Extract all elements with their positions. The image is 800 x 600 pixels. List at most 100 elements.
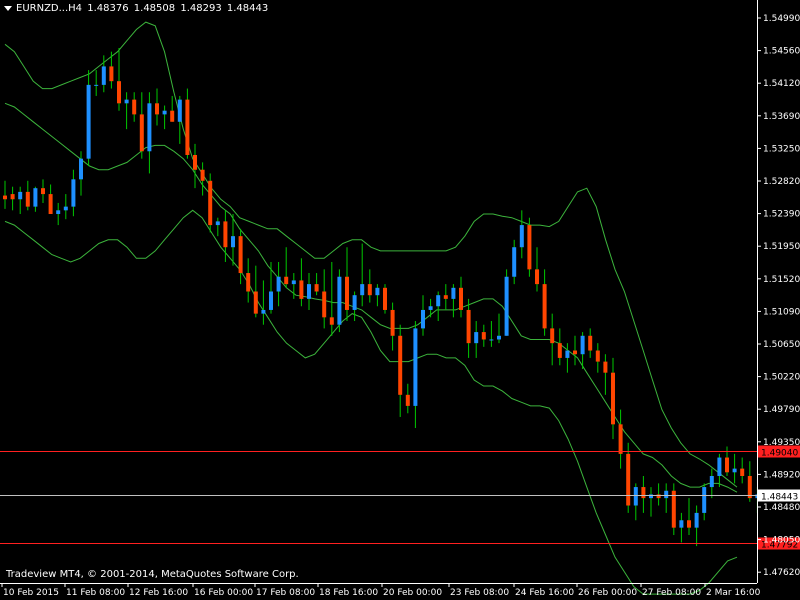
- x-tick-label: 11 Feb 08:00: [66, 588, 125, 598]
- candle-body: [603, 361, 608, 373]
- candle-body: [307, 284, 311, 299]
- candle-body: [649, 494, 653, 499]
- y-tick-label: 1.54120: [763, 79, 800, 89]
- x-tick-label: 2 Mar 16:00: [706, 588, 761, 598]
- candle-body: [383, 287, 387, 310]
- candle-body: [261, 309, 266, 314]
- candle-body: [747, 475, 752, 499]
- candle-body: [390, 309, 395, 336]
- candle-body: [345, 276, 349, 310]
- candle-body: [101, 66, 106, 85]
- candle-body: [405, 394, 410, 406]
- candle-body: [550, 328, 555, 344]
- candle-body: [687, 520, 691, 528]
- dropdown-triangle-icon[interactable]: [4, 5, 12, 11]
- symbol-label: EURNZD...H4: [16, 3, 83, 14]
- candle-body: [3, 195, 7, 200]
- low-price: 1.48293: [180, 3, 222, 14]
- candle-body: [725, 457, 729, 473]
- candle-body: [367, 284, 372, 296]
- candle-body: [291, 280, 296, 285]
- candle-body: [86, 84, 91, 159]
- candle-body: [443, 295, 448, 299]
- candle-body: [41, 188, 45, 195]
- candle-body: [155, 103, 159, 115]
- candle-body: [322, 291, 327, 318]
- high-price: 1.48508: [133, 3, 176, 14]
- candle-body: [709, 475, 714, 488]
- candle-body: [200, 169, 205, 181]
- candle-body: [352, 295, 357, 310]
- candle-body: [702, 487, 707, 513]
- candle-body: [573, 350, 577, 355]
- candle-body: [504, 276, 509, 336]
- x-tick-label: 17 Feb 08:00: [256, 588, 315, 598]
- bid-label: 1.48443: [761, 493, 798, 503]
- candle-body: [466, 309, 471, 344]
- candle-body: [147, 103, 152, 152]
- candle-body: [193, 154, 197, 170]
- x-tick-label: 18 Feb 16:00: [319, 588, 378, 598]
- candle-body: [740, 468, 745, 476]
- candle-body: [512, 247, 517, 277]
- candle-body: [459, 287, 463, 310]
- candle-body: [489, 339, 494, 341]
- candle-body: [732, 468, 737, 473]
- candle-body: [671, 490, 676, 528]
- copyright-text: Tradeview MT4, © 2001-2014, MetaQuotes S…: [6, 569, 299, 580]
- candle-body: [71, 179, 76, 207]
- candle-body: [299, 280, 304, 299]
- candle-body: [542, 284, 547, 329]
- candle-body: [132, 99, 137, 115]
- candle-body: [633, 487, 638, 506]
- candle-body: [109, 66, 114, 82]
- candle-body: [124, 99, 129, 104]
- x-tick-label: 10 Feb 2015: [3, 588, 59, 598]
- candle-body: [33, 188, 38, 207]
- candle-body: [208, 180, 213, 226]
- y-tick-label: 1.48920: [763, 470, 800, 480]
- candle-body: [436, 295, 441, 307]
- candle-body: [360, 284, 365, 296]
- candle-body: [94, 84, 99, 86]
- candle-body: [162, 110, 167, 115]
- y-tick-label: 1.48050: [763, 536, 800, 546]
- candle-body: [679, 520, 684, 528]
- candle-body: [474, 332, 479, 344]
- candle-body: [565, 350, 570, 358]
- y-tick-label: 1.52390: [763, 210, 800, 220]
- y-tick-label: 1.49350: [763, 438, 800, 448]
- candle-body: [223, 221, 228, 248]
- y-tick-label: 1.52820: [763, 177, 800, 187]
- x-tick-label: 16 Feb 00:00: [194, 588, 253, 598]
- y-tick-label: 1.53250: [763, 144, 800, 154]
- candle-body: [527, 225, 532, 270]
- candle-body: [48, 194, 53, 215]
- candle-body: [25, 191, 30, 207]
- candle-body: [497, 335, 501, 340]
- close-price: 1.48443: [226, 3, 269, 14]
- x-tick-label: 20 Feb 00:00: [383, 588, 442, 598]
- y-tick-label: 1.49790: [763, 405, 800, 415]
- candle-body: [238, 236, 243, 274]
- candle-body: [451, 287, 456, 299]
- candle-body: [170, 110, 175, 122]
- chart-header: EURNZD...H4 1.48376 1.48508 1.48293 1.48…: [4, 3, 270, 14]
- candle-body: [618, 424, 623, 454]
- candle-body: [253, 291, 258, 314]
- x-tick-label: 27 Feb 08:00: [642, 588, 701, 598]
- candle-body: [557, 343, 562, 358]
- candle-body: [413, 328, 418, 406]
- candle-body: [375, 287, 380, 296]
- candle-body: [10, 194, 15, 200]
- candle-body: [56, 210, 61, 215]
- candle-body: [329, 317, 334, 325]
- candle-body: [269, 291, 273, 310]
- candle-body: [18, 191, 23, 200]
- price-chart[interactable]: 1.490401.477921.48443 1.549901.545601.54…: [0, 0, 800, 600]
- price-level-label: 1.49040: [761, 449, 798, 459]
- candle-body: [185, 99, 190, 155]
- candle-body: [63, 206, 68, 211]
- candle-body: [246, 273, 251, 292]
- candle-body: [398, 335, 403, 395]
